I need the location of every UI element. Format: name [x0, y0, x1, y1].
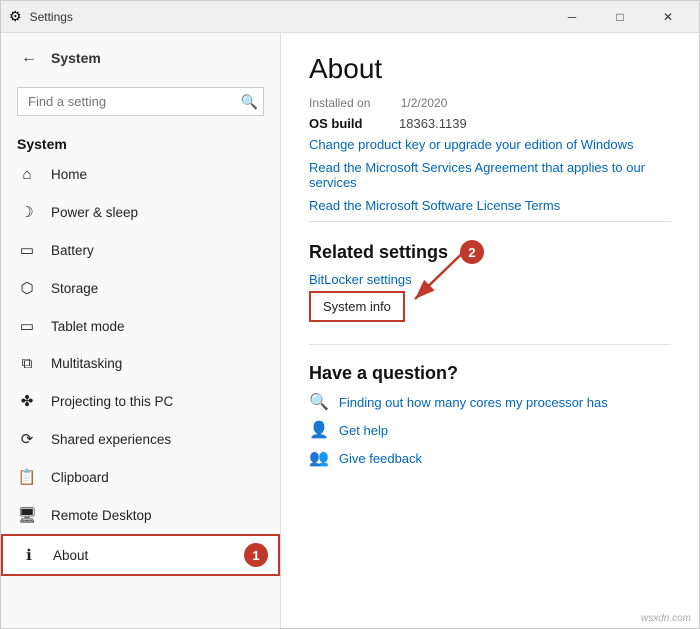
home-icon: ⌂: [17, 166, 37, 183]
os-build-line: OS build 18363.1139: [309, 116, 671, 131]
installed-line: Installed on 1/2/2020: [309, 95, 671, 110]
window-icon: ⚙: [9, 8, 22, 25]
system-section-label: System: [1, 128, 280, 156]
question-text-icon: 🔍: [309, 392, 329, 412]
title-bar-left: ⚙ Settings: [9, 8, 73, 25]
multitasking-label: Multitasking: [51, 356, 122, 371]
tablet-icon: ▭: [17, 317, 37, 335]
get-help-label: Get help: [339, 423, 388, 438]
badge-2: 2: [460, 240, 484, 264]
have-question-heading: Have a question?: [309, 363, 671, 384]
remote-icon: 🖥: [17, 506, 37, 524]
remote-label: Remote Desktop: [51, 508, 152, 523]
bitlocker-link[interactable]: BitLocker settings: [309, 272, 671, 287]
sidebar-item-power-sleep[interactable]: ☽ Power & sleep: [1, 193, 280, 231]
sidebar-section-title: System: [51, 50, 101, 66]
give-feedback-label: Give feedback: [339, 451, 422, 466]
sidebar-item-remote-desktop[interactable]: 🖥 Remote Desktop: [1, 496, 280, 534]
question-text: Finding out how many cores my processor …: [339, 395, 608, 410]
link-license-terms[interactable]: Read the Microsoft Software License Term…: [309, 198, 671, 213]
system-info-box[interactable]: System info: [309, 291, 405, 322]
sidebar-item-about[interactable]: ℹ About: [1, 534, 280, 576]
settings-window: ⚙ Settings ─ □ ✕ ← System 🔍 System ⌂ Hom…: [0, 0, 700, 629]
battery-icon: ▭: [17, 241, 37, 259]
sidebar-item-battery[interactable]: ▭ Battery: [1, 231, 280, 269]
feedback-icon: 👥: [309, 448, 329, 468]
storage-label: Storage: [51, 281, 98, 296]
link-services-agreement[interactable]: Read the Microsoft Services Agreement th…: [309, 160, 671, 190]
get-help-item[interactable]: 👤 Get help: [309, 420, 671, 440]
divider-2: [309, 344, 671, 345]
maximize-button[interactable]: □: [597, 1, 643, 33]
search-box: 🔍: [17, 87, 264, 116]
multitasking-icon: ⧉: [17, 355, 37, 372]
related-settings-heading: Related settings 2: [309, 240, 671, 264]
title-bar: ⚙ Settings ─ □ ✕: [1, 1, 699, 33]
sidebar-item-shared-exp[interactable]: ⟳ Shared experiences: [1, 420, 280, 458]
minimize-button[interactable]: ─: [549, 1, 595, 33]
sidebar-header: ← System: [1, 33, 280, 83]
os-build-value: 18363.1139: [399, 116, 467, 131]
shared-label: Shared experiences: [51, 432, 171, 447]
content-area: ← System 🔍 System ⌂ Home ☽ Power & sleep…: [1, 33, 699, 628]
give-feedback-item[interactable]: 👥 Give feedback: [309, 448, 671, 468]
search-icon[interactable]: 🔍: [241, 93, 258, 110]
projecting-icon: ✤: [17, 392, 37, 410]
question-heading-text: Have a question?: [309, 363, 458, 384]
link-product-key[interactable]: Change product key or upgrade your editi…: [309, 137, 671, 152]
close-button[interactable]: ✕: [645, 1, 691, 33]
sidebar-item-multitasking[interactable]: ⧉ Multitasking: [1, 345, 280, 382]
about-label: About: [53, 548, 88, 563]
battery-label: Battery: [51, 243, 94, 258]
divider-1: [309, 221, 671, 222]
watermark: wsxdn.com: [641, 613, 691, 624]
question-section: Have a question? 🔍 Finding out how many …: [309, 363, 671, 468]
main-wrapper: About Installed on 1/2/2020 OS build 183…: [281, 33, 699, 628]
main-content: About Installed on 1/2/2020 OS build 183…: [281, 33, 699, 628]
sidebar-item-projecting[interactable]: ✤ Projecting to this PC: [1, 382, 280, 420]
clipboard-label: Clipboard: [51, 470, 109, 485]
related-heading-text: Related settings: [309, 242, 448, 263]
os-build-label: OS build: [309, 116, 389, 131]
shared-icon: ⟳: [17, 430, 37, 448]
power-sleep-label: Power & sleep: [51, 205, 138, 220]
clipboard-icon: 📋: [17, 468, 37, 486]
installed-value: 1/2/2020: [401, 96, 448, 110]
installed-label: Installed on: [309, 96, 397, 110]
home-label: Home: [51, 167, 87, 182]
get-help-icon: 👤: [309, 420, 329, 440]
back-button[interactable]: ←: [17, 45, 41, 71]
sidebar-item-clipboard[interactable]: 📋 Clipboard: [1, 458, 280, 496]
sidebar-item-home[interactable]: ⌂ Home: [1, 156, 280, 193]
badge-1: 1: [244, 543, 268, 567]
sidebar: ← System 🔍 System ⌂ Home ☽ Power & sleep…: [1, 33, 281, 628]
window-title: Settings: [30, 10, 73, 24]
page-title: About: [309, 53, 671, 85]
tablet-label: Tablet mode: [51, 319, 125, 334]
power-sleep-icon: ☽: [17, 203, 37, 221]
sidebar-item-storage[interactable]: ⬡ Storage: [1, 269, 280, 307]
sidebar-item-tablet-mode[interactable]: ▭ Tablet mode: [1, 307, 280, 345]
title-bar-controls: ─ □ ✕: [549, 1, 691, 33]
projecting-label: Projecting to this PC: [51, 394, 173, 409]
question-item[interactable]: 🔍 Finding out how many cores my processo…: [309, 392, 671, 412]
storage-icon: ⬡: [17, 279, 37, 297]
search-input[interactable]: [17, 87, 264, 116]
about-icon: ℹ: [19, 546, 39, 564]
